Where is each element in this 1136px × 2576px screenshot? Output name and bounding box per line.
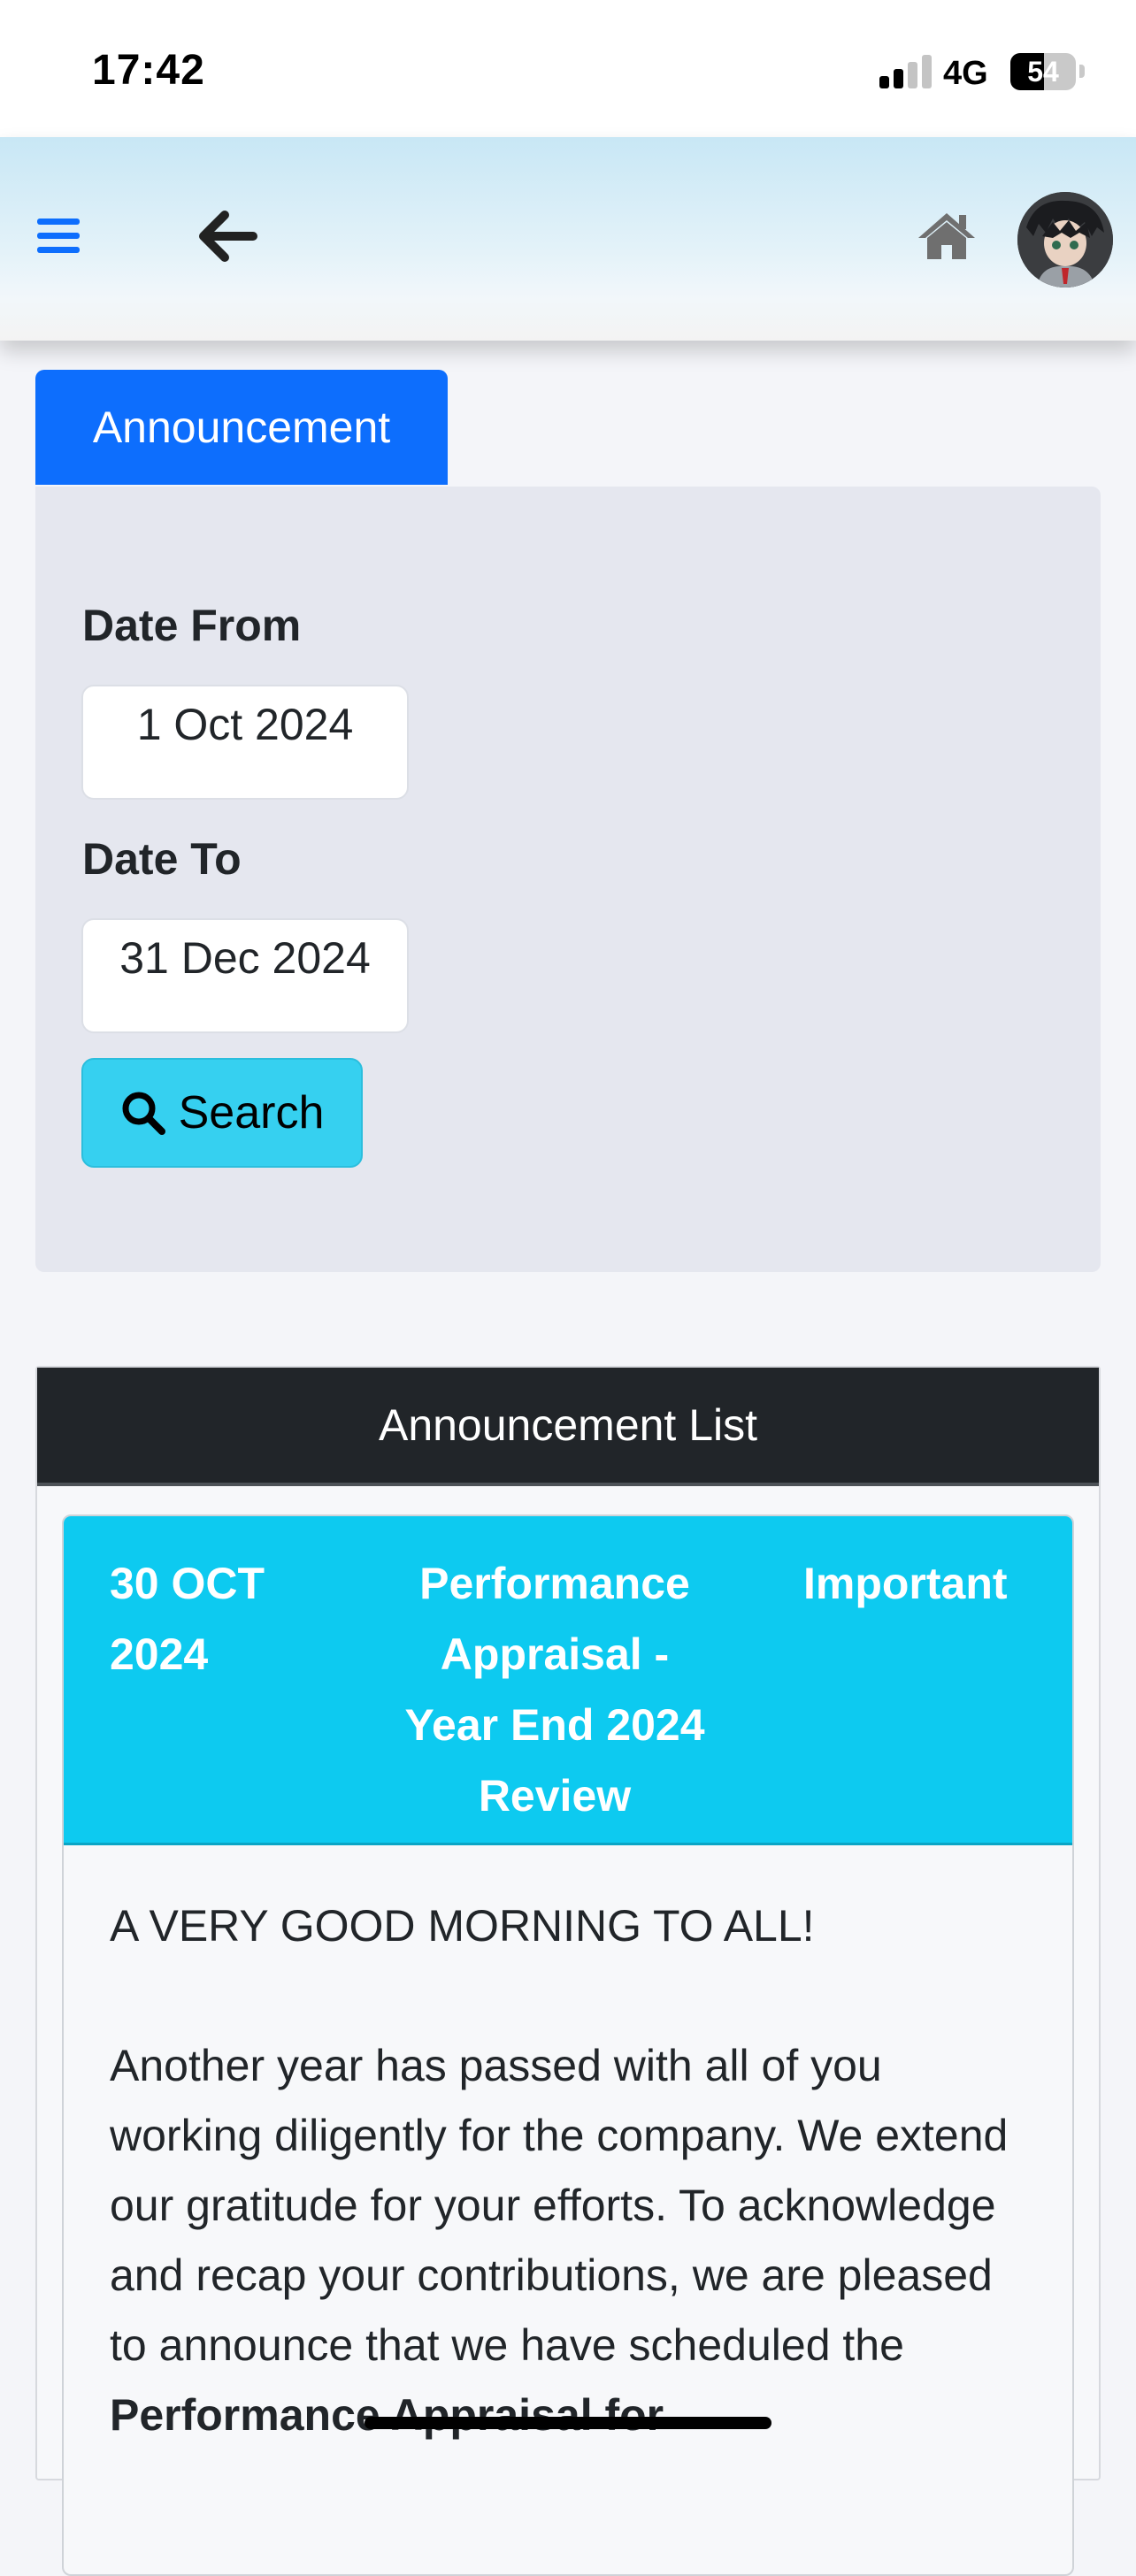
- avatar[interactable]: [1017, 192, 1113, 288]
- announcement-paragraph: Another year has passed with all of you …: [110, 2031, 1026, 2450]
- filter-panel: Date From 1 Oct 2024 Date To 31 Dec 2024…: [35, 487, 1101, 1272]
- hamburger-menu-icon[interactable]: [35, 217, 81, 256]
- home-icon[interactable]: [917, 210, 977, 261]
- avatar-image: [1017, 192, 1113, 288]
- announcement-body: A VERY GOOD MORNING TO ALL! Another year…: [64, 1845, 1072, 2450]
- home-indicator[interactable]: [365, 2417, 771, 2429]
- network-type: 4G: [943, 55, 988, 92]
- battery-icon: 54: [1010, 53, 1076, 90]
- announcement-item-header: 30 OCT 2024 Performance Appraisal - Year…: [64, 1516, 1072, 1845]
- status-bar: 17:42 4G 54: [0, 0, 1136, 137]
- search-icon: [122, 1092, 165, 1135]
- arrow-left-icon[interactable]: [195, 208, 258, 264]
- battery-tip: [1079, 65, 1085, 78]
- status-time: 17:42: [92, 47, 205, 94]
- announcement-date: 30 OCT 2024: [110, 1559, 265, 1679]
- date-from-field[interactable]: 1 Oct 2024: [81, 685, 409, 800]
- announcement-list-header: Announcement List: [37, 1368, 1099, 1486]
- app-header: [0, 137, 1136, 341]
- tab-announcement[interactable]: Announcement: [35, 370, 448, 485]
- search-button[interactable]: Search: [81, 1058, 363, 1168]
- battery-level: 54: [1027, 56, 1059, 88]
- date-from-label: Date From: [82, 601, 302, 650]
- announcement-tag: Important: [803, 1559, 1008, 1608]
- date-to-label: Date To: [82, 834, 242, 884]
- signal-icon: [879, 55, 933, 88]
- date-to-field[interactable]: 31 Dec 2024: [81, 918, 409, 1033]
- announcement-list-card: Announcement List 30 OCT 2024 Performanc…: [35, 1366, 1101, 2576]
- announcement-paragraph-bold: Performance Appraisal for: [110, 2390, 664, 2440]
- announcement-title: Performance Appraisal - Year End 2024 Re…: [404, 1559, 705, 1821]
- search-button-label: Search: [178, 1087, 325, 1138]
- announcement-greeting: A VERY GOOD MORNING TO ALL!: [110, 1901, 815, 1951]
- announcement-paragraph-text: Another year has passed with all of you …: [110, 2041, 1009, 2370]
